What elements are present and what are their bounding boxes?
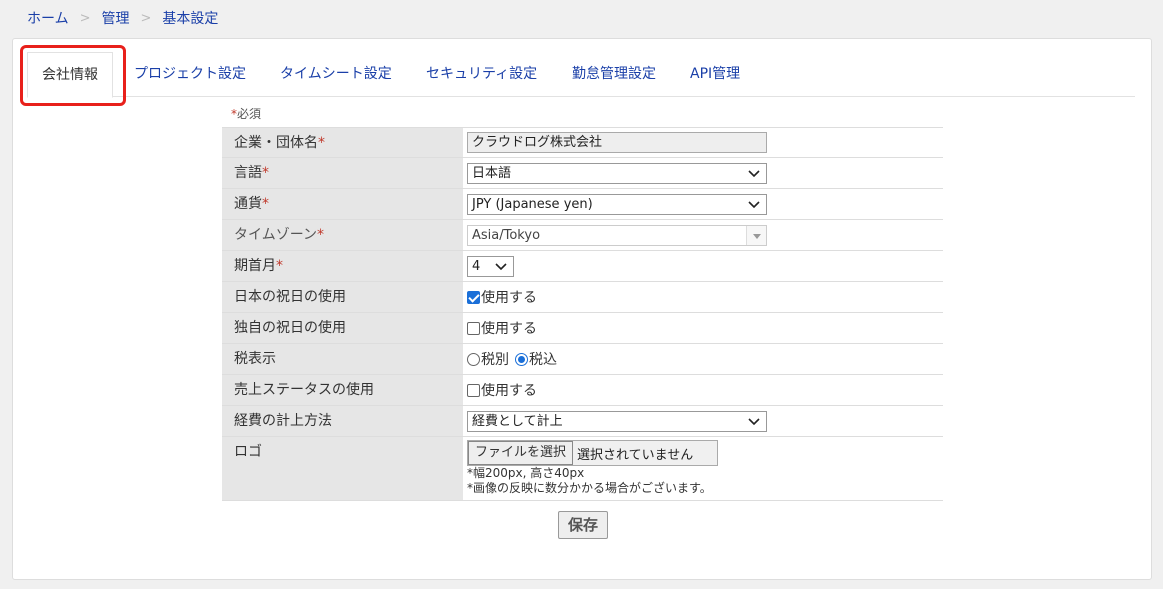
- breadcrumb-separator: >: [79, 10, 91, 26]
- radio-icon[interactable]: [467, 352, 480, 366]
- logo-size-hint: *幅200px, 高さ40px: [467, 466, 585, 480]
- form-row-tax-display: 税表示 税別 税込: [222, 344, 943, 375]
- form-row-expense-method: 経費の計上方法 経費として計上: [222, 406, 943, 437]
- breadcrumb-separator: >: [140, 10, 152, 26]
- field-label: 売上ステータスの使用: [222, 375, 463, 405]
- field-label: 税表示: [222, 344, 463, 374]
- tab-timesheet-settings[interactable]: タイムシート設定: [280, 52, 392, 97]
- field-label: 日本の祝日の使用: [222, 282, 463, 312]
- fiscal-month-select[interactable]: 4: [467, 255, 514, 277]
- timezone-select[interactable]: Asia/Tokyo: [467, 224, 767, 246]
- save-button[interactable]: 保存: [558, 511, 608, 539]
- form-row-timezone: タイムゾーン* Asia/Tokyo: [222, 220, 943, 251]
- form-row-language: 言語* 日本語: [222, 158, 943, 189]
- required-note-text: 必須: [237, 107, 262, 121]
- currency-select[interactable]: JPY (Japanese yen): [467, 193, 767, 215]
- expense-method-select[interactable]: 経費として計上: [467, 410, 767, 432]
- tab-bar: 会社情報 プロジェクト設定 タイムシート設定 セキュリティ設定 勤怠管理設定 A…: [27, 52, 1135, 98]
- field-label: 経費の計上方法: [222, 406, 463, 436]
- chevron-down-icon: [748, 417, 760, 425]
- tab-security-settings[interactable]: セキュリティ設定: [426, 52, 537, 97]
- tax-exclusive-radio[interactable]: 税別: [467, 349, 509, 369]
- settings-panel: 会社情報 プロジェクト設定 タイムシート設定 セキュリティ設定 勤怠管理設定 A…: [12, 38, 1152, 580]
- field-label: タイムゾーン*: [222, 220, 463, 250]
- tax-inclusive-radio[interactable]: 税込: [515, 349, 557, 369]
- breadcrumb-current[interactable]: 基本設定: [162, 8, 218, 28]
- field-label: 企業・団体名*: [222, 128, 463, 157]
- chevron-down-icon: [748, 200, 760, 208]
- dropdown-arrow-icon: [746, 225, 766, 245]
- chevron-down-icon: [748, 169, 760, 177]
- required-note: *必須: [231, 105, 261, 122]
- form-row-sales-status: 売上ステータスの使用 使用する: [222, 375, 943, 406]
- choose-file-button[interactable]: ファイルを選択: [468, 441, 574, 465]
- form-row-company-name: 企業・団体名* クラウドログ株式会社: [222, 127, 943, 158]
- radio-selected-icon[interactable]: [515, 352, 528, 366]
- jp-holidays-checkbox[interactable]: 使用する: [467, 287, 537, 307]
- form-row-custom-holidays: 独自の祝日の使用 使用する: [222, 313, 943, 344]
- checkbox-icon[interactable]: [467, 383, 480, 397]
- tab-project-settings[interactable]: プロジェクト設定: [134, 52, 246, 97]
- checkbox-icon[interactable]: [467, 321, 480, 335]
- form-row-fiscal-month: 期首月* 4: [222, 251, 943, 282]
- tab-api-management[interactable]: API管理: [690, 52, 740, 97]
- custom-holidays-checkbox[interactable]: 使用する: [467, 318, 537, 338]
- logo-file-input[interactable]: ファイルを選択 選択されていません: [467, 440, 718, 466]
- sales-status-checkbox[interactable]: 使用する: [467, 380, 537, 400]
- company-form: 企業・団体名* クラウドログ株式会社 言語* 日本語 通貨* JPY (Japa…: [222, 127, 943, 501]
- form-row-logo: ロゴ ファイルを選択 選択されていません *幅200px, 高さ40px *画像…: [222, 437, 943, 501]
- field-label: 独自の祝日の使用: [222, 313, 463, 343]
- field-label: ロゴ: [222, 437, 463, 500]
- breadcrumb-admin-link[interactable]: 管理: [102, 8, 130, 28]
- tab-attendance-settings[interactable]: 勤怠管理設定: [572, 52, 656, 97]
- logo-delay-hint: *画像の反映に数分かかる場合がございます。: [467, 481, 712, 495]
- field-label: 言語*: [222, 158, 463, 188]
- form-row-jp-holidays: 日本の祝日の使用 使用する: [222, 282, 943, 313]
- breadcrumb: ホーム > 管理 > 基本設定: [27, 8, 218, 28]
- tab-company-info[interactable]: 会社情報: [27, 52, 113, 98]
- form-row-currency: 通貨* JPY (Japanese yen): [222, 189, 943, 220]
- file-status-text: 選択されていません: [577, 447, 694, 463]
- language-select[interactable]: 日本語: [467, 162, 767, 184]
- breadcrumb-home-link[interactable]: ホーム: [27, 8, 69, 28]
- checkbox-checked-icon[interactable]: [467, 290, 480, 304]
- chevron-down-icon: [495, 262, 507, 270]
- company-name-input[interactable]: クラウドログ株式会社: [467, 132, 767, 153]
- field-label: 期首月*: [222, 251, 463, 281]
- field-label: 通貨*: [222, 189, 463, 219]
